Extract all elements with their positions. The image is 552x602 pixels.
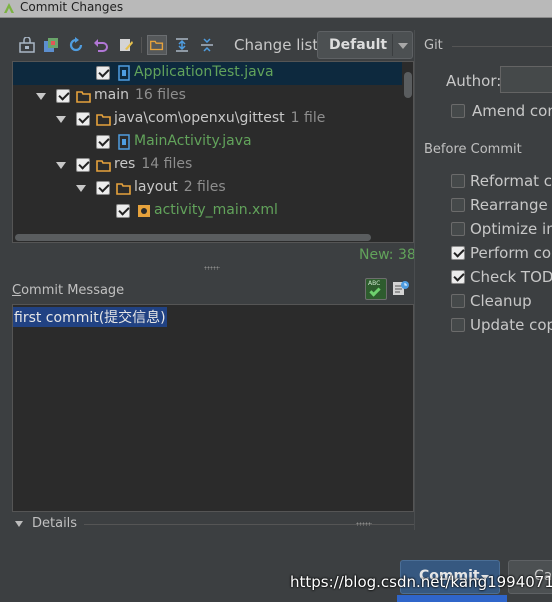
changelist-value: Default	[329, 37, 388, 53]
before-commit-checkbox[interactable]	[451, 222, 465, 236]
changes-tree[interactable]: ApplicationTest.java main 16 files java\com…	[12, 61, 414, 243]
before-commit-checkbox[interactable]	[451, 174, 465, 188]
tree-row-checkbox[interactable]	[56, 89, 70, 103]
tree-row[interactable]: MainActivity.java	[13, 131, 402, 154]
tree-row-name: res 14 files	[114, 156, 193, 172]
collapse-all-icon[interactable]	[199, 37, 215, 53]
tree-row-file-count: 1 file	[290, 110, 326, 126]
before-commit-option-label: Update cop	[470, 316, 552, 334]
watermark: https://blog.csdn.net/kang19940713	[290, 573, 552, 591]
folder-icon	[76, 91, 91, 103]
expand-all-icon[interactable]	[174, 37, 190, 53]
details-label[interactable]: Details	[32, 516, 77, 531]
android-studio-logo-icon	[4, 3, 14, 13]
changelist-label: Change list:	[234, 36, 324, 54]
commit-menu-popup[interactable]	[397, 595, 507, 602]
before-commit-checkbox[interactable]	[451, 246, 465, 260]
before-commit-checkbox[interactable]	[451, 318, 465, 332]
tree-row[interactable]: java\com\openxu\gittest 1 file	[13, 108, 402, 131]
amend-checkbox[interactable]	[451, 104, 465, 118]
tree-row-name: activity_main.xml	[154, 202, 278, 218]
tree-row-file-count: 2 files	[183, 179, 226, 195]
group-by-directory-icon[interactable]	[147, 35, 167, 55]
details-expand-icon[interactable]	[15, 521, 23, 527]
git-divider	[452, 46, 552, 47]
splitter-grip[interactable]	[204, 266, 220, 270]
window-title: Commit Changes	[20, 0, 124, 14]
chevron-down-icon[interactable]	[398, 43, 408, 49]
tree-row[interactable]: res 14 files	[13, 154, 402, 177]
tree-expand-icon[interactable]	[56, 116, 66, 123]
amend-label: Amend com	[472, 102, 552, 120]
author-label: Author:	[446, 72, 502, 90]
tree-row[interactable]: activity_main.xml	[13, 200, 402, 223]
title-bar: Commit Changes	[0, 0, 552, 18]
before-commit-option-label: Perform coc	[470, 244, 552, 262]
author-field[interactable]	[500, 66, 552, 93]
tree-row-checkbox[interactable]	[116, 204, 130, 218]
tree-row-checkbox[interactable]	[76, 112, 90, 126]
commit-message-mnemonic: C	[12, 283, 22, 298]
commit-message-text: first commit(提交信息)	[13, 307, 167, 327]
tree-vertical-scrollbar[interactable]	[402, 62, 413, 242]
folder-icon	[96, 114, 111, 126]
panel-divider	[414, 30, 415, 530]
dropdown-separator	[392, 34, 393, 56]
java-file-icon	[118, 65, 130, 81]
tree-row-name: ApplicationTest.java	[134, 64, 274, 80]
folder-icon	[116, 183, 131, 195]
java-file-icon	[118, 134, 130, 150]
tree-horizontal-scrollbar[interactable]	[13, 232, 402, 242]
tree-row[interactable]: layout 2 files	[13, 177, 402, 200]
tree-expand-icon[interactable]	[56, 162, 66, 169]
git-section-title: Git	[424, 38, 443, 53]
tree-row[interactable]: ApplicationTest.java	[13, 62, 402, 85]
move-icon[interactable]	[43, 37, 59, 53]
before-commit-option-label: Reformat co	[470, 172, 552, 190]
message-history-icon[interactable]	[392, 279, 410, 297]
before-commit-title: Before Commit	[424, 142, 522, 157]
check-icon	[369, 285, 381, 297]
tree-row-file-count: 14 files	[141, 156, 193, 172]
before-commit-checkbox[interactable]	[451, 198, 465, 212]
commit-message-textarea[interactable]: first commit(提交信息)	[12, 304, 414, 512]
before-commit-checkbox[interactable]	[451, 294, 465, 308]
tree-row-name: java\com\openxu\gittest 1 file	[114, 110, 326, 126]
tree-row-name: MainActivity.java	[134, 133, 252, 149]
before-commit-option-label: Rearrange c	[470, 196, 552, 214]
toolbar-separator	[141, 37, 142, 53]
before-commit-option-label: Optimize im	[470, 220, 552, 238]
tree-row[interactable]: main 16 files	[13, 85, 402, 108]
scrollbar-thumb[interactable]	[15, 234, 371, 241]
tree-row-checkbox[interactable]	[76, 158, 90, 172]
tree-expand-icon[interactable]	[76, 185, 86, 192]
changelist-dropdown[interactable]: Default	[317, 31, 413, 59]
commit-message-label-rest: ommit Message	[21, 283, 125, 298]
refresh-icon[interactable]	[68, 37, 84, 53]
tree-row-file-count: 16 files	[134, 87, 186, 103]
folder-icon	[96, 160, 111, 172]
tree-row-checkbox[interactable]	[96, 181, 110, 195]
before-commit-checkbox[interactable]	[451, 270, 465, 284]
diff-icon[interactable]	[19, 37, 35, 53]
edit-source-icon[interactable]	[118, 37, 134, 53]
scrollbar-thumb[interactable]	[404, 72, 412, 98]
commit-message-label: Commit Message	[12, 283, 124, 298]
xml-file-icon	[138, 205, 150, 217]
tree-row-name: layout 2 files	[134, 179, 226, 195]
before-commit-option-label: Check TODC	[470, 268, 552, 286]
tree-expand-icon[interactable]	[36, 93, 46, 100]
tree-row-checkbox[interactable]	[96, 66, 110, 80]
new-files-count: New: 38	[359, 247, 416, 263]
rollback-icon[interactable]	[93, 37, 109, 53]
tree-row-name: main 16 files	[94, 87, 186, 103]
tree-row-checkbox[interactable]	[96, 135, 110, 149]
details-splitter-grip[interactable]	[356, 522, 372, 526]
spellcheck-button[interactable]: ABC	[365, 278, 387, 300]
before-commit-option-label: Cleanup	[470, 292, 532, 310]
